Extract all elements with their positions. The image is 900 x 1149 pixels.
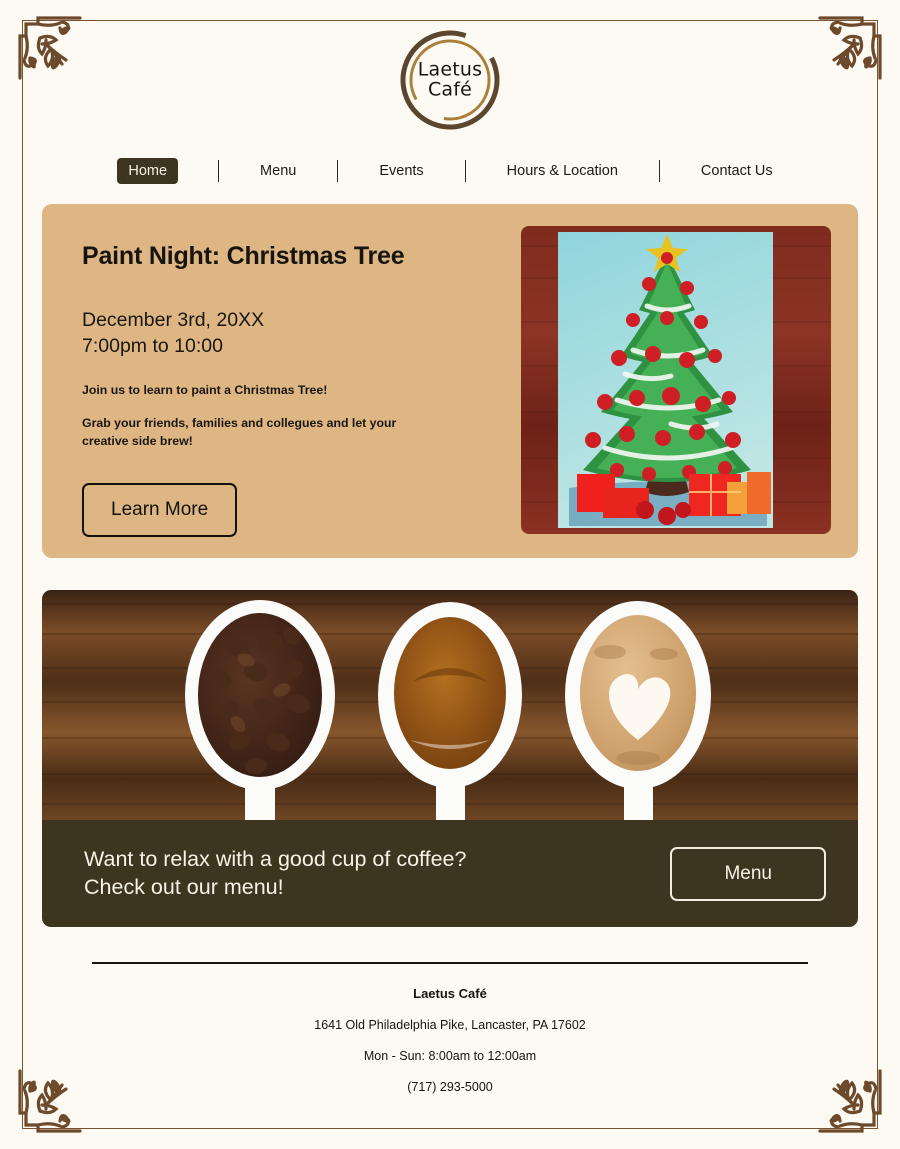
logo-line-2: Café bbox=[427, 78, 473, 100]
footer-hours: Mon - Sun: 8:00am to 12:00am bbox=[363, 1049, 537, 1063]
footer-business-name: Laetus Café bbox=[413, 986, 487, 1001]
menu-button[interactable]: Menu bbox=[670, 846, 826, 901]
nav-divider bbox=[337, 160, 339, 182]
nav-divider bbox=[464, 160, 466, 182]
menu-promo-bar: Want to relax with a good cup of coffee?… bbox=[42, 820, 858, 927]
footer-address: 1641 Old Philadelphia Pike, Lancaster, P… bbox=[314, 1018, 586, 1032]
hero-paragraph-1: Join us to learn to paint a Christmas Tr… bbox=[82, 382, 328, 397]
nav-divider bbox=[218, 160, 220, 182]
page-content: Laetus Café Home Menu Events Hours & Loc… bbox=[42, 0, 858, 1111]
nav-item-hours-location[interactable]: Hours & Location bbox=[497, 159, 628, 183]
site-footer: Laetus Café 1641 Old Philadelphia Pike, … bbox=[42, 964, 858, 1094]
learn-more-button[interactable]: Learn More bbox=[82, 482, 238, 537]
nav-item-menu[interactable]: Menu bbox=[250, 159, 306, 183]
hero-text-column: Paint Night: Christmas Tree December 3rd… bbox=[42, 204, 512, 558]
nav-item-contact-us[interactable]: Contact Us bbox=[691, 159, 783, 183]
nav-item-home[interactable]: Home bbox=[117, 158, 179, 184]
hero-date: December 3rd, 20XX bbox=[82, 309, 265, 331]
menu-promo-card: Want to relax with a good cup of coffee?… bbox=[42, 590, 858, 927]
nav-item-events[interactable]: Events bbox=[369, 159, 433, 183]
logo[interactable]: Laetus Café bbox=[398, 28, 502, 132]
hero-title: Paint Night: Christmas Tree bbox=[82, 242, 405, 270]
main-navigation: Home Menu Events Hours & Location Contac… bbox=[42, 158, 858, 184]
logo-line-1: Laetus bbox=[417, 58, 483, 81]
hero-paragraph-2: Grab your friends, families and collegue… bbox=[82, 416, 397, 448]
site-header: Laetus Café bbox=[42, 0, 858, 160]
footer-phone[interactable]: (717) 293-5000 bbox=[42, 1080, 858, 1094]
christmas-tree-painting-image bbox=[521, 226, 831, 534]
hero-event-card: Paint Night: Christmas Tree December 3rd… bbox=[42, 204, 858, 558]
promo-headline: Want to relax with a good cup of coffee?… bbox=[84, 846, 466, 901]
hero-time: 7:00pm to 10:00 bbox=[82, 335, 223, 358]
coffee-spoons-image bbox=[42, 590, 858, 820]
nav-divider bbox=[658, 160, 660, 182]
hero-datetime: December 3rd, 20XX 7:00pm to 10:00 bbox=[82, 307, 512, 360]
promo-headline-line-2: Check out our menu! bbox=[84, 874, 284, 899]
promo-headline-line-1: Want to relax with a good cup of coffee? bbox=[84, 846, 467, 871]
logo-text: Laetus Café bbox=[398, 58, 502, 100]
